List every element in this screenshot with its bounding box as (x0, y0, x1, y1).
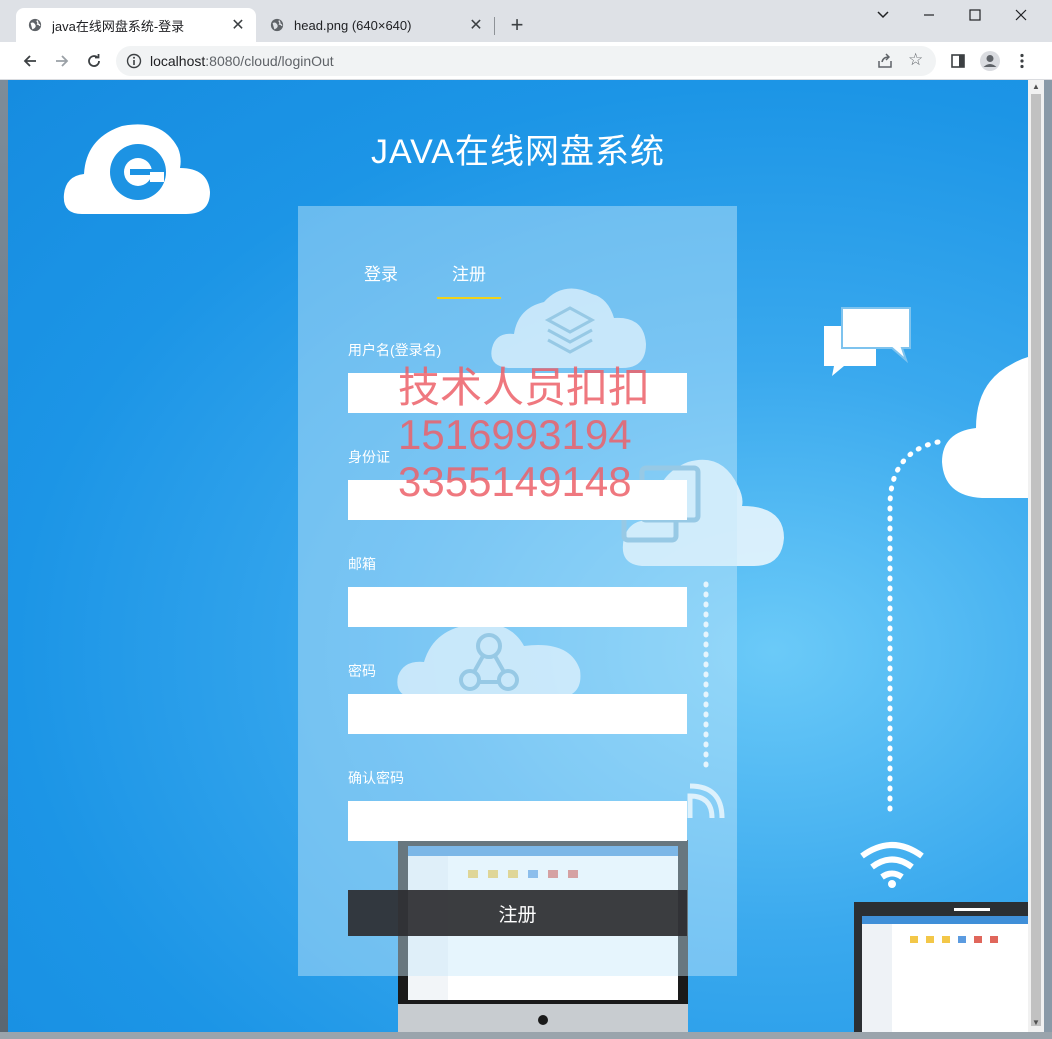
tab-login[interactable]: 登录 (364, 260, 398, 285)
username-input[interactable] (348, 373, 687, 413)
email-label: 邮箱 (348, 556, 376, 572)
register-button[interactable]: 注册 (348, 890, 687, 936)
wifi-icon (860, 842, 924, 888)
tab-head-png[interactable]: head.png (640×640) ✕ (258, 8, 494, 42)
maximize-button[interactable] (960, 4, 990, 26)
minimize-icon (924, 14, 934, 16)
desktop-background-edge (0, 80, 8, 1032)
auth-tabs: 登录 注册 (298, 260, 737, 300)
side-panel-icon (951, 54, 965, 68)
chat-bubbles-icon (824, 307, 911, 376)
info-icon[interactable] (126, 53, 142, 69)
active-tab-underline (437, 297, 501, 299)
profile-button[interactable] (978, 49, 1002, 73)
new-tab-button[interactable]: + (505, 14, 529, 38)
back-button[interactable] (18, 49, 42, 73)
arrow-right-icon (56, 55, 69, 67)
scrollbar-thumb[interactable] (1031, 94, 1041, 1026)
browser-chrome: java在线网盘系统-登录 ✕ head.png (640×640) ✕ + l… (0, 0, 1052, 80)
maximize-icon (969, 9, 981, 21)
page-viewport: JAVA在线网盘系统 登录 注册 用户名(登录名) 身份证 邮箱 密码 确认密码… (8, 80, 1028, 1032)
tab-search-button[interactable] (868, 4, 898, 26)
avatar-icon (980, 51, 1000, 71)
tab-strip: java在线网盘系统-登录 ✕ head.png (640×640) ✕ + (0, 0, 1052, 42)
tab-title: java在线网盘系统-登录 (52, 18, 185, 34)
url-text: localhost:8080/cloud/loginOut (150, 53, 334, 69)
scroll-up-icon[interactable]: ▲ (1031, 82, 1041, 91)
password-input[interactable] (348, 694, 687, 734)
username-label: 用户名(登录名) (348, 342, 442, 358)
register-panel: 登录 注册 用户名(登录名) 身份证 邮箱 密码 确认密码 注册 (298, 206, 737, 976)
side-panel-button[interactable] (946, 49, 970, 73)
reload-button[interactable] (82, 49, 106, 73)
id-card-label: 身份证 (348, 449, 390, 465)
star-icon[interactable]: ☆ (908, 50, 923, 70)
browser-toolbar: localhost:8080/cloud/loginOut ☆ (0, 42, 1052, 80)
minimize-button[interactable] (914, 4, 944, 26)
more-vertical-icon (1020, 53, 1024, 69)
site-title: JAVA在线网盘系统 (371, 133, 665, 171)
close-window-button[interactable] (1006, 4, 1036, 26)
url-host: localhost (150, 53, 206, 69)
tab-login-page[interactable]: java在线网盘系统-登录 ✕ (16, 8, 256, 42)
vertical-scrollbar[interactable]: ▲ ▼ (1028, 80, 1044, 1032)
confirm-password-label: 确认密码 (348, 770, 404, 786)
tab-register[interactable]: 注册 (452, 260, 486, 285)
share-icon[interactable] (876, 52, 894, 70)
url-path: :8080/cloud/loginOut (205, 53, 334, 69)
confirm-password-input[interactable] (348, 801, 687, 841)
laptop-illustration (854, 902, 1028, 1032)
tab-separator (494, 17, 495, 35)
globe-icon (270, 18, 284, 32)
desktop-taskbar-edge (0, 1032, 1052, 1039)
globe-icon (28, 18, 42, 32)
close-icon (1015, 9, 1027, 21)
chevron-down-icon (877, 11, 889, 19)
cloud-icon (942, 356, 1028, 498)
reload-icon (88, 54, 100, 67)
tab-title: head.png (640×640) (294, 17, 412, 33)
menu-button[interactable] (1010, 49, 1034, 73)
forward-button[interactable] (50, 49, 74, 73)
dotted-connection-line (887, 439, 941, 819)
close-icon[interactable]: ✕ (228, 15, 248, 35)
arrow-left-icon (23, 55, 36, 67)
address-bar[interactable]: localhost:8080/cloud/loginOut ☆ (116, 46, 936, 76)
email-input[interactable] (348, 587, 687, 627)
id-card-input[interactable] (348, 480, 687, 520)
scroll-down-icon[interactable]: ▼ (1031, 1018, 1041, 1027)
password-label: 密码 (348, 663, 376, 679)
close-icon[interactable]: ✕ (466, 15, 486, 35)
